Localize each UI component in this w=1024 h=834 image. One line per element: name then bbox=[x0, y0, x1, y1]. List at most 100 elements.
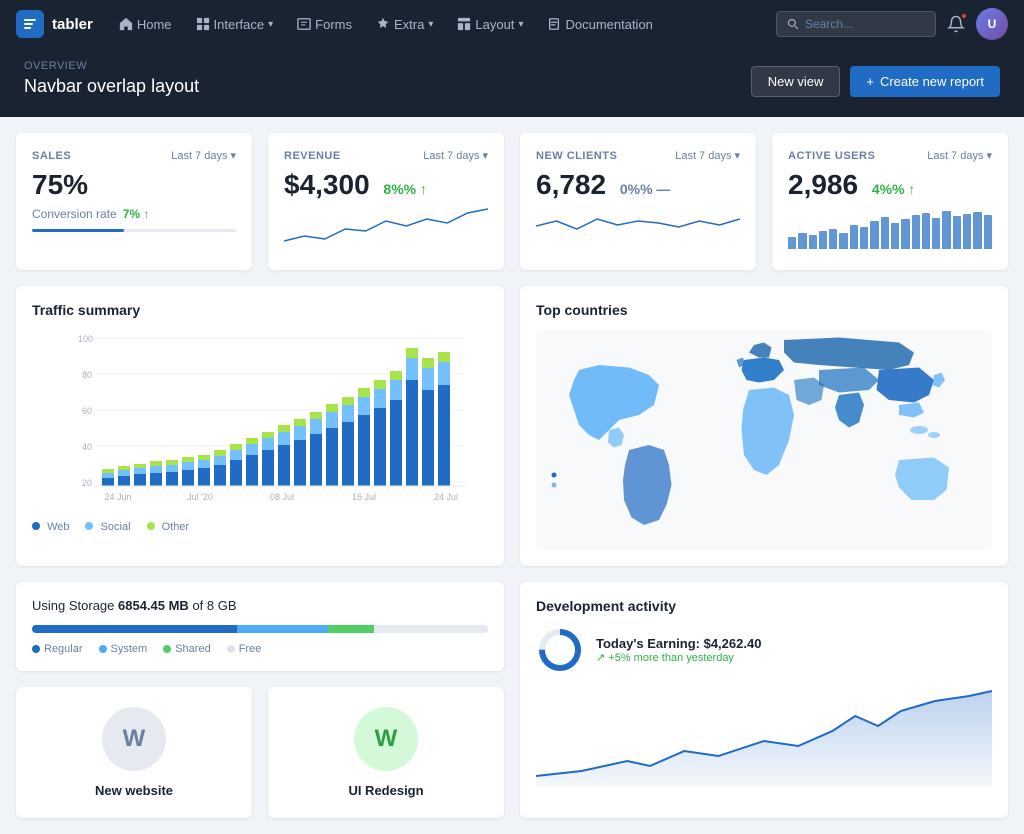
stat-header-users: ACTIVE USERS Last 7 days ▾ bbox=[788, 149, 992, 162]
stat-value-revenue: $4,300 8%% ↑ bbox=[284, 170, 488, 201]
legend-other: Other bbox=[147, 521, 190, 533]
world-map-svg bbox=[536, 330, 992, 550]
other-dot bbox=[147, 522, 155, 530]
project-avatar-1: W bbox=[354, 707, 418, 771]
regular-dot bbox=[32, 645, 40, 653]
brand-logo bbox=[16, 10, 44, 38]
chevron-down-icon: ▾ bbox=[734, 149, 740, 162]
svg-text:08 Jul: 08 Jul bbox=[270, 492, 294, 502]
left-lower: Using Storage 6854.45 MB of 8 GB Regular bbox=[16, 582, 504, 818]
stat-sub-sales: Conversion rate 7% ↑ bbox=[32, 207, 236, 221]
dev-chart bbox=[536, 686, 992, 786]
brand[interactable]: tabler bbox=[16, 10, 93, 38]
social-dot bbox=[85, 522, 93, 530]
stat-value-users: 2,986 4%% ↑ bbox=[788, 170, 992, 201]
avatar[interactable]: U bbox=[976, 8, 1008, 40]
stat-value-sales: 75% bbox=[32, 170, 236, 201]
extra-chevron: ▾ bbox=[428, 19, 433, 30]
dev-activity-title: Development activity bbox=[536, 598, 992, 614]
conversion-rate-badge: 7% ↑ bbox=[123, 207, 150, 221]
lower-section: Using Storage 6854.45 MB of 8 GB Regular bbox=[16, 582, 1008, 818]
stat-label-sales: SALES bbox=[32, 150, 71, 162]
clients-sparkline bbox=[536, 201, 740, 251]
stat-header-clients: NEW CLIENTS Last 7 days ▾ bbox=[536, 149, 740, 162]
project-card-0: W New website bbox=[16, 687, 252, 818]
stat-card-sales: SALES Last 7 days ▾ 75% Conversion rate … bbox=[16, 133, 252, 270]
project-cards-row: W New website W UI Redesign bbox=[16, 687, 504, 818]
legend-social: Social bbox=[85, 521, 130, 533]
dev-chart-svg bbox=[536, 686, 992, 786]
stat-card-clients: NEW CLIENTS Last 7 days ▾ 6,782 0%% — bbox=[520, 133, 756, 270]
world-map bbox=[536, 330, 992, 550]
stat-label-clients: NEW CLIENTS bbox=[536, 150, 617, 162]
nav-home[interactable]: Home bbox=[109, 11, 182, 38]
svg-text:Jul '20: Jul '20 bbox=[187, 492, 213, 502]
brand-name: tabler bbox=[52, 16, 93, 33]
stat-period-revenue[interactable]: Last 7 days ▾ bbox=[423, 149, 488, 162]
svg-text:80: 80 bbox=[82, 370, 92, 380]
conversion-label: Conversion rate bbox=[32, 207, 117, 221]
nav-extra[interactable]: Extra ▾ bbox=[366, 11, 443, 38]
layout-chevron: ▾ bbox=[518, 19, 523, 30]
free-dot bbox=[227, 645, 235, 653]
stats-row: SALES Last 7 days ▾ 75% Conversion rate … bbox=[16, 133, 1008, 270]
stat-card-revenue: REVENUE Last 7 days ▾ $4,300 8%% ↑ bbox=[268, 133, 504, 270]
web-dot bbox=[32, 522, 40, 530]
nav-layout[interactable]: Layout ▾ bbox=[447, 11, 533, 38]
svg-text:40: 40 bbox=[82, 442, 92, 452]
svg-text:24 Jun: 24 Jun bbox=[104, 492, 131, 502]
chevron-down-icon: ▾ bbox=[482, 149, 488, 162]
stat-header-sales: SALES Last 7 days ▾ bbox=[32, 149, 236, 162]
nav-forms[interactable]: Forms bbox=[287, 11, 362, 38]
page-title: Navbar overlap layout bbox=[24, 76, 199, 97]
create-report-button[interactable]: + Create new report bbox=[850, 66, 1000, 97]
traffic-summary-title: Traffic summary bbox=[32, 302, 488, 318]
avatar-placeholder: U bbox=[976, 8, 1008, 40]
stat-period-sales[interactable]: Last 7 days ▾ bbox=[171, 149, 236, 162]
system-dot bbox=[99, 645, 107, 653]
legend-web: Web bbox=[32, 521, 69, 533]
earning-label: Today's Earning: $4,262.40 bbox=[596, 636, 761, 651]
storage-free bbox=[374, 625, 488, 633]
conversion-fill bbox=[32, 229, 124, 232]
stat-card-users: ACTIVE USERS Last 7 days ▾ 2,986 4%% ↑ bbox=[772, 133, 1008, 270]
earning-info: Today's Earning: $4,262.40 ↗ +5% more th… bbox=[596, 636, 761, 664]
search-input[interactable]: Search... bbox=[776, 11, 936, 37]
new-view-button[interactable]: New view bbox=[751, 66, 841, 97]
earning-row: Today's Earning: $4,262.40 ↗ +5% more th… bbox=[536, 626, 992, 674]
storage-header: Using Storage 6854.45 MB of 8 GB bbox=[32, 598, 488, 613]
top-countries-title: Top countries bbox=[536, 302, 992, 318]
stat-value-clients: 6,782 0%% — bbox=[536, 170, 740, 201]
dev-activity-card: Development activity Today's Earning: $4… bbox=[520, 582, 1008, 818]
top-countries-card: Top countries bbox=[520, 286, 1008, 566]
revenue-sparkline bbox=[284, 201, 488, 251]
legend-regular: Regular bbox=[32, 643, 83, 655]
traffic-chart: 100 80 60 40 20 bbox=[32, 330, 488, 510]
project-card-1: W UI Redesign bbox=[268, 687, 504, 818]
nav-docs[interactable]: Documentation bbox=[537, 11, 662, 38]
stat-label-revenue: REVENUE bbox=[284, 150, 341, 162]
nav-interface[interactable]: Interface ▾ bbox=[186, 11, 284, 38]
subheader-actions: New view + Create new report bbox=[751, 66, 1000, 97]
svg-text:100: 100 bbox=[78, 334, 93, 344]
storage-bar bbox=[32, 625, 488, 633]
storage-shared bbox=[328, 625, 374, 633]
legend-shared: Shared bbox=[163, 643, 210, 655]
project-name-1: UI Redesign bbox=[348, 783, 423, 798]
chevron-down-icon: ▾ bbox=[230, 149, 236, 162]
chart-legend: Web Social Other bbox=[32, 521, 488, 533]
chevron-down-icon: ▾ bbox=[986, 149, 992, 162]
notification-badge bbox=[960, 12, 968, 20]
storage-legend: Regular System Shared Free bbox=[32, 643, 488, 655]
navbar: tabler Home Interface ▾ Forms Extra ▾ La… bbox=[0, 0, 1024, 48]
stat-period-users[interactable]: Last 7 days ▾ bbox=[927, 149, 992, 162]
notifications-button[interactable] bbox=[940, 8, 972, 40]
stat-period-clients[interactable]: Last 7 days ▾ bbox=[675, 149, 740, 162]
overview-label: OVERVIEW bbox=[24, 60, 199, 72]
storage-card: Using Storage 6854.45 MB of 8 GB Regular bbox=[16, 582, 504, 671]
stat-label-users: ACTIVE USERS bbox=[788, 150, 875, 162]
earning-sub: ↗ +5% more than yesterday bbox=[596, 651, 761, 664]
shared-dot bbox=[163, 645, 171, 653]
project-name-0: New website bbox=[95, 783, 173, 798]
main-content: SALES Last 7 days ▾ 75% Conversion rate … bbox=[0, 117, 1024, 834]
